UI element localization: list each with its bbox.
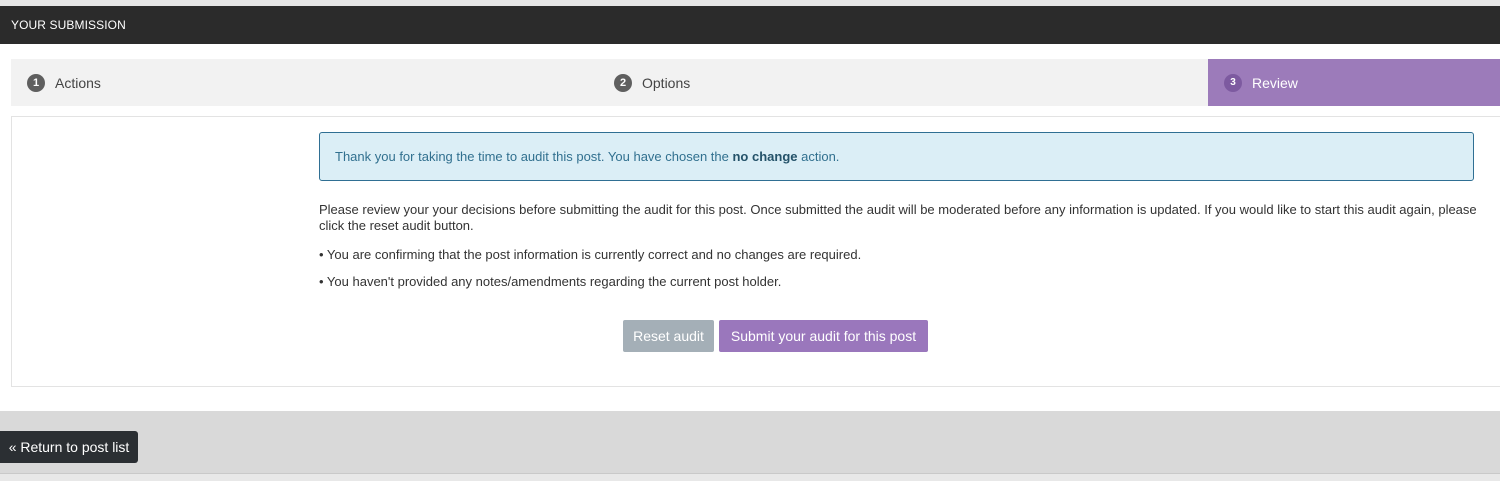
step-options[interactable]: 2 Options bbox=[614, 59, 690, 106]
review-instructions: Please review your your decisions before… bbox=[319, 202, 1477, 233]
step-options-label: Options bbox=[642, 74, 691, 91]
step-number-1-icon: 1 bbox=[27, 73, 45, 92]
alert-text-before: Thank you for taking the time to audit t… bbox=[335, 149, 733, 164]
submission-header: YOUR SUBMISSION bbox=[0, 6, 1500, 44]
submission-header-title: YOUR SUBMISSION bbox=[11, 18, 126, 32]
step-number-2-icon: 2 bbox=[614, 73, 632, 92]
return-to-post-list-button[interactable]: « Return to post list bbox=[0, 431, 138, 463]
review-bullet-confirm: • You are confirming that the post infor… bbox=[319, 247, 862, 262]
submit-audit-button[interactable]: Submit your audit for this post bbox=[719, 320, 928, 352]
review-bullet-notes: • You haven't provided any notes/amendme… bbox=[319, 274, 782, 289]
step-number-3-icon: 3 bbox=[1224, 73, 1242, 92]
step-review[interactable]: 3 Review bbox=[1208, 59, 1500, 106]
reset-audit-button[interactable]: Reset audit bbox=[623, 320, 714, 352]
step-review-label: Review bbox=[1252, 74, 1298, 91]
bottom-divider bbox=[0, 473, 1500, 481]
wizard-steps: 1 Actions 2 Options 3 Review bbox=[11, 59, 1500, 106]
step-actions[interactable]: 1 Actions bbox=[27, 59, 101, 106]
footer-area bbox=[0, 411, 1500, 473]
info-alert: Thank you for taking the time to audit t… bbox=[319, 132, 1474, 181]
alert-action-highlight: no change bbox=[732, 149, 798, 164]
step-actions-label: Actions bbox=[55, 74, 101, 91]
alert-text-after: action. bbox=[797, 149, 840, 164]
